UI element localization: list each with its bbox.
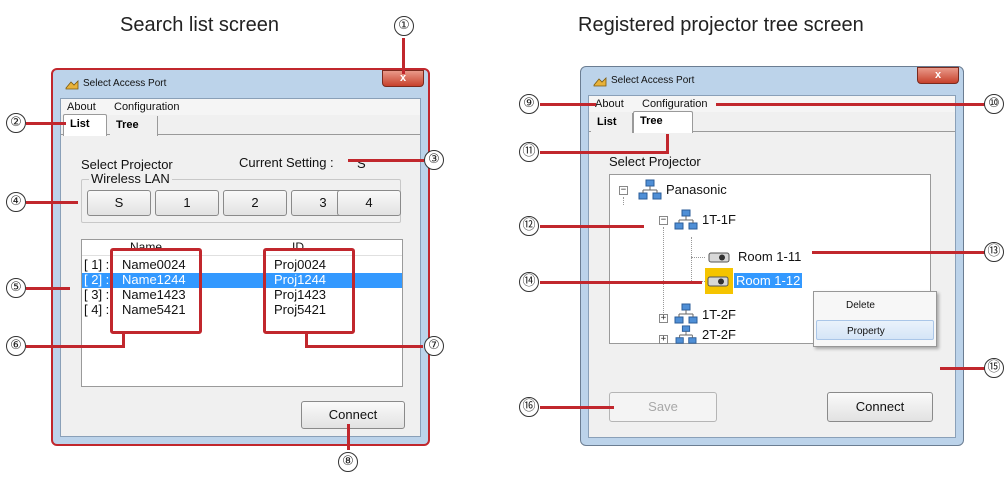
tree-line [691,237,692,281]
callout-line-1 [402,38,405,74]
callout-line-4 [26,201,78,204]
tree-line [623,197,624,205]
context-menu: Delete Property [813,291,937,347]
selected-projector-icon [705,268,733,294]
select-projector-label: Select Projector [81,157,173,172]
tree-line [691,257,705,258]
callout-1: ① [394,16,414,36]
expand-toggle[interactable]: + [659,335,668,344]
tab-tree[interactable]: Tree [633,111,693,133]
callout-line-7b [305,334,308,348]
app-icon [65,80,79,90]
row-index: [ 3] : [84,287,110,302]
window-title: Select Access Port [83,78,167,89]
collapse-toggle[interactable]: − [659,216,668,225]
callout-12: ⑫ [519,216,539,236]
tree-node-1t-2f[interactable]: 1T-2F [702,307,736,322]
callout-line-6 [26,345,124,348]
window-title: Select Access Port [611,75,695,86]
callout-6: ⑥ [6,336,26,356]
network-group-icon [638,179,662,200]
context-menu-property[interactable]: Property [816,320,934,340]
tree-node-1t-1f[interactable]: 1T-1F [702,212,736,227]
wireless-lan-label: Wireless LAN [89,171,172,186]
callout-line-10 [716,103,986,106]
wireless-button-2[interactable]: 2 [223,190,287,216]
tree-node-room-1-11[interactable]: Room 1-11 [738,249,801,264]
callout-line-13 [812,251,988,254]
menu-configuration[interactable]: Configuration [642,98,707,110]
callout-line-3 [348,159,424,162]
callout-line-16 [540,406,614,409]
connect-button[interactable]: Connect [301,401,405,429]
callout-line-11b [666,134,669,154]
callout-8: ⑧ [338,452,358,472]
tab-tree[interactable]: Tree [110,116,158,136]
save-button[interactable]: Save [609,392,717,422]
row-index: [ 1] : [84,257,110,272]
tab-list[interactable]: List [63,114,107,136]
wireless-button-1[interactable]: 1 [155,190,219,216]
tree-line [663,227,664,319]
callout-16: ⑯ [519,397,539,417]
projector-icon [708,252,730,263]
connect-button[interactable]: Connect [827,392,933,422]
tab-row: List Tree [589,111,955,133]
callout-line-6b [122,334,125,348]
menu-about[interactable]: About [595,98,624,110]
row-index: [ 4] : [84,302,110,317]
title-bar[interactable]: Select Access Port x [581,67,963,91]
collapse-toggle[interactable]: − [619,186,628,195]
tab-row: List Tree [61,114,420,136]
callout-line-7 [305,345,423,348]
menu-configuration[interactable]: Configuration [114,101,179,113]
callout-line-5 [26,287,70,290]
callout-line-2 [26,122,66,125]
callout-line-8 [347,424,350,450]
left-caption: Search list screen [120,14,279,36]
current-setting-label: Current Setting : [239,155,334,170]
context-menu-delete[interactable]: Delete [816,295,934,315]
callout-line-12 [540,225,644,228]
window-client: About Configuration List Tree Select Pro… [588,95,956,438]
name-column-highlight [110,248,202,334]
row-index: [ 2] : [84,272,110,287]
tab-list[interactable]: List [591,113,633,133]
network-group-icon [674,303,698,324]
callout-2: ② [6,113,26,133]
menu-bar: About Configuration [61,99,420,115]
right-window: Select Access Port x About Configuration… [580,66,964,446]
expand-toggle[interactable]: + [659,314,668,323]
id-column-highlight [263,248,355,334]
menu-about[interactable]: About [67,101,96,113]
callout-15: ⑮ [984,358,1004,378]
network-group-icon [675,325,697,344]
callout-13: ⑬ [984,242,1004,262]
tree-node-2t-2f[interactable]: 2T-2F [702,327,736,342]
callout-4: ④ [6,192,26,212]
callout-line-14 [540,281,702,284]
callout-10: ⑩ [984,94,1004,114]
title-bar[interactable]: Select Access Port x [53,70,428,94]
left-window: Select Access Port x About Configuration… [51,68,430,446]
tree-node-panasonic[interactable]: Panasonic [666,182,727,197]
callout-line-11 [540,151,666,154]
callout-11: ⑪ [519,142,539,162]
network-group-icon [674,209,698,230]
tree-node-room-1-12-selected[interactable]: Room 1-12 [734,273,803,288]
right-caption: Registered projector tree screen [578,14,864,36]
callout-line-15 [940,367,988,370]
wireless-button-4[interactable]: 4 [337,190,401,216]
select-projector-label: Select Projector [609,154,701,169]
callout-7: ⑦ [424,336,444,356]
callout-3: ③ [424,150,444,170]
app-icon [593,77,607,87]
callout-line-9 [540,103,596,106]
callout-5: ⑤ [6,278,26,298]
close-button[interactable]: x [917,67,959,84]
wireless-button-s[interactable]: S [87,190,151,216]
callout-9: ⑨ [519,94,539,114]
callout-14: ⑭ [519,272,539,292]
